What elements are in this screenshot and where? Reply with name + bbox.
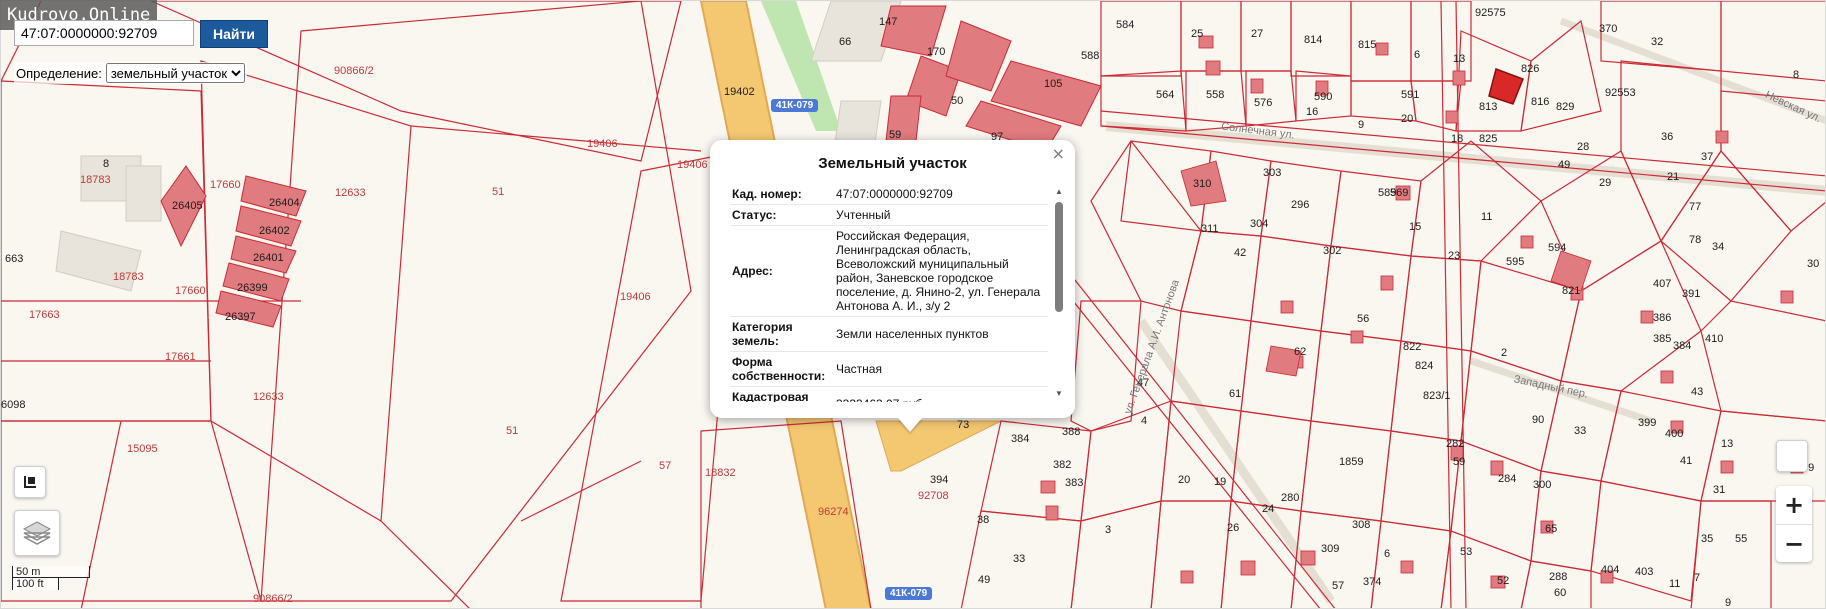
cadastral-search-input[interactable] (14, 20, 194, 46)
popup-pointer (898, 418, 922, 432)
popup-title: Земельный участок (818, 155, 967, 172)
definition-select[interactable]: земельный участок (105, 63, 245, 83)
attr-key: Адрес: (730, 225, 834, 317)
parcel-attributes-table: Кад. номер: 47:07:0000000:92709 Статус: … (730, 184, 1048, 402)
table-row: Адрес: Российская Федерация, Ленинградск… (730, 225, 1048, 317)
popup-body[interactable]: Кад. номер: 47:07:0000000:92709 Статус: … (730, 184, 1048, 402)
find-button[interactable]: Найти (200, 20, 268, 48)
definition-label: Определение: (16, 65, 102, 81)
road-shield: 41К-079 (885, 587, 933, 600)
table-row: Категория земель: Земли населенных пункт… (730, 316, 1048, 352)
scale-bar: 50 m 100 ft (12, 566, 90, 590)
layers-button[interactable] (14, 510, 60, 556)
attr-key: Статус: (730, 204, 834, 226)
table-row: Кад. номер: 47:07:0000000:92709 (730, 184, 1048, 205)
attr-value: Российская Федерация, Ленинградская обла… (834, 225, 1048, 317)
attr-value: 47:07:0000000:92709 (834, 184, 1048, 205)
scale-imperial: 100 ft (12, 578, 59, 590)
plot-62 (1265, 345, 1302, 377)
scale-metric: 50 m (12, 566, 90, 578)
scroll-up-icon[interactable]: ▲ (1055, 188, 1063, 196)
attr-value: Земли населенных пунктов (834, 316, 1048, 352)
attr-key: Категория земель: (730, 316, 834, 352)
scroll-thumb[interactable] (1055, 202, 1063, 312)
attr-key: Кад. номер: (730, 184, 834, 205)
table-row: Форма собственности: Частная (730, 351, 1048, 387)
zoom-control: + − (1776, 486, 1812, 562)
definition-row: Определение: земельный участок (14, 62, 247, 84)
table-row: Кадастровая стоимость: 3333463.07 руб (730, 386, 1048, 402)
fullscreen-button[interactable] (14, 466, 46, 498)
search-bar: Найти (14, 20, 268, 48)
attr-value: Частная (834, 351, 1048, 387)
attr-key: Форма собственности: (730, 351, 834, 387)
zoom-out-button[interactable]: − (1776, 524, 1812, 563)
parcel-info-popup: × Земельный участок Кад. номер: 47:07:00… (710, 140, 1075, 418)
popup-scrollbar[interactable]: ▲ ▼ (1055, 188, 1063, 398)
zoom-in-button[interactable]: + (1776, 486, 1812, 524)
map-tool-button[interactable] (1776, 440, 1808, 472)
road-shield: 41К-079 (771, 99, 819, 112)
table-row: Статус: Учтенный (730, 204, 1048, 226)
building (125, 165, 162, 222)
attr-value: 3333463.07 руб (834, 386, 1048, 402)
plot-59 (885, 95, 922, 142)
scroll-down-icon[interactable]: ▼ (1055, 390, 1063, 398)
frame-icon (24, 476, 36, 488)
attr-key: Кадастровая стоимость: (730, 386, 834, 402)
layers-icon (22, 521, 52, 545)
attr-value: Учтенный (834, 204, 1048, 226)
